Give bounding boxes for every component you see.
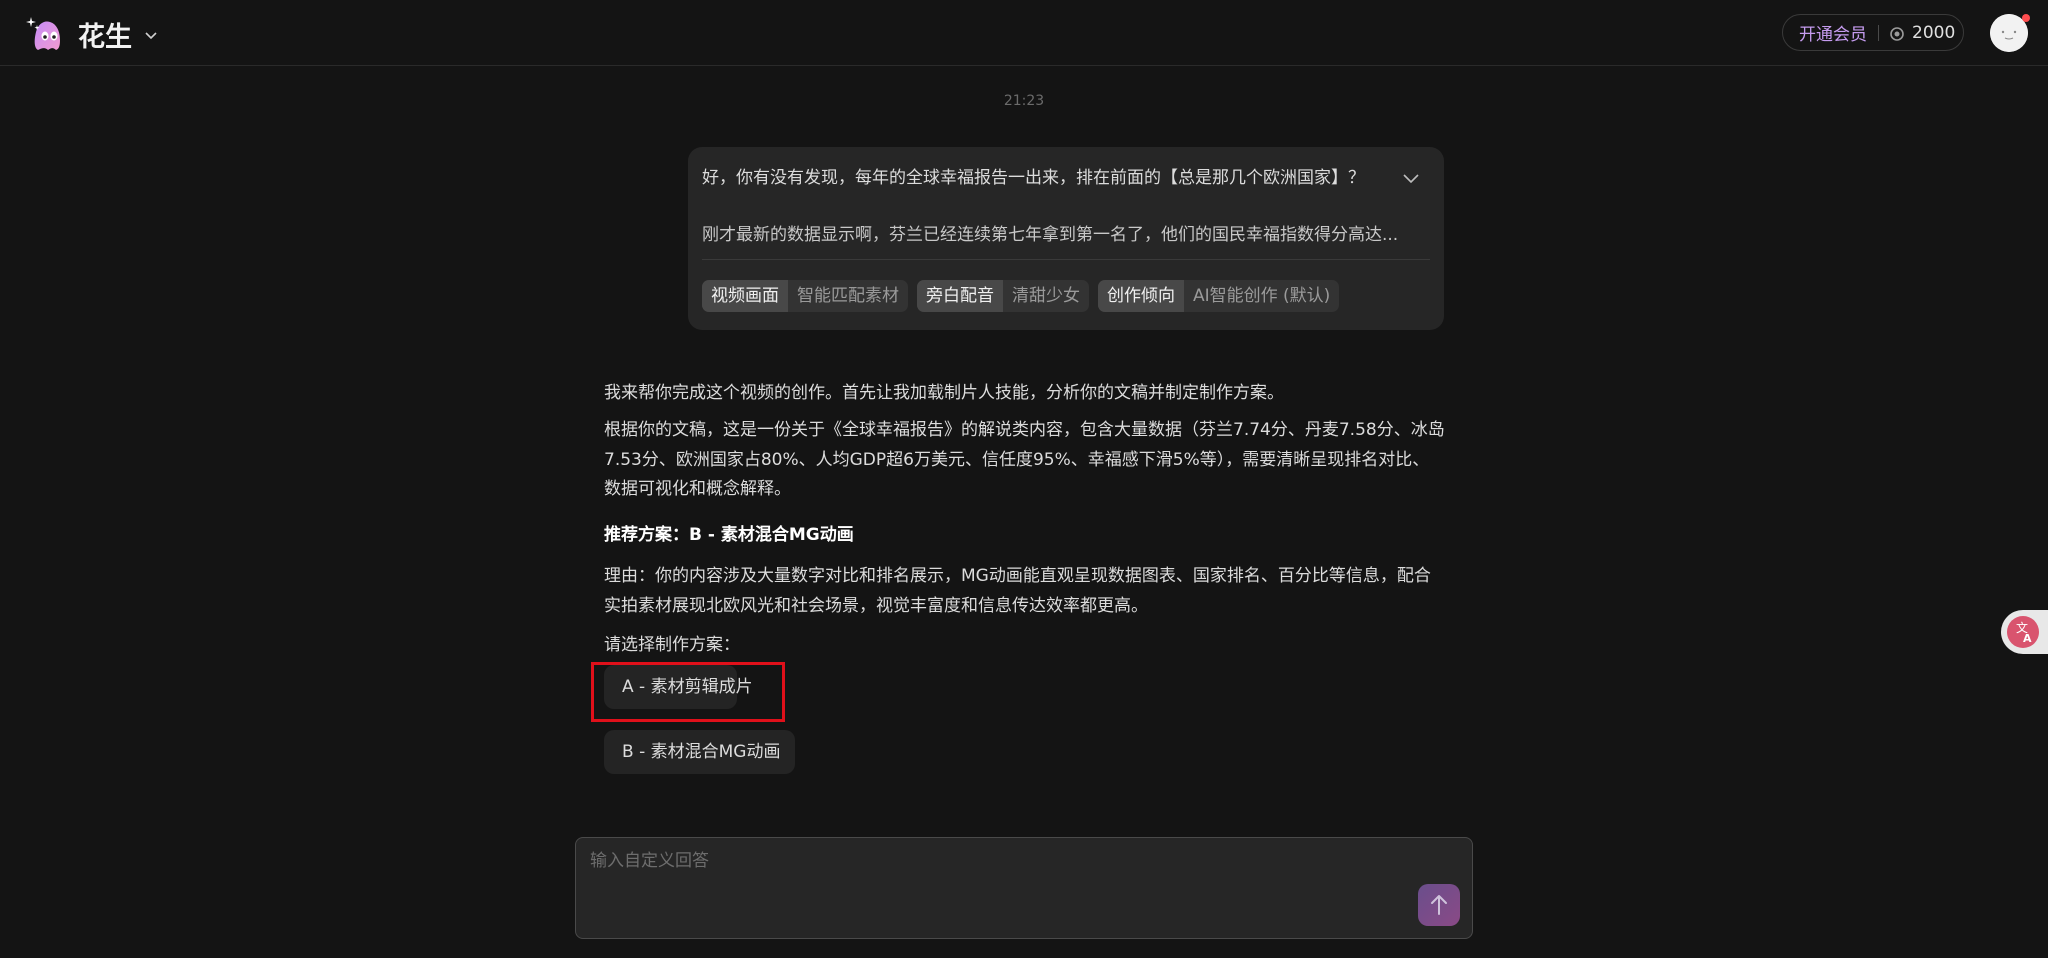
user-message-card: 好，你有没有发现，每年的全球幸福报告一出来，排在前面的【总是那几个欧洲国家】？ … [688, 147, 1444, 330]
membership-credits-pill: 开通会员 2000 [1782, 14, 1964, 51]
assistant-paragraph: 我来帮你完成这个视频的创作。首先让我加载制片人技能，分析你的文稿并制定制作方案。 [604, 383, 1284, 403]
custom-answer-input[interactable] [588, 850, 1412, 872]
top-header: 花生 开通会员 2000 [0, 0, 2048, 66]
tag-narration-voice: 旁白配音 清甜少女 [917, 280, 1089, 312]
option-b-button[interactable]: B - 素材混合MG动画 [604, 730, 795, 774]
tag-value: 智能匹配素材 [797, 286, 899, 306]
tag-creation-style: 创作倾向 AI智能创作 (默认) [1098, 280, 1340, 312]
coin-icon [1890, 26, 1904, 41]
tag-key: 旁白配音 [917, 280, 1003, 312]
tag-value: AI智能创作 (默认) [1193, 286, 1331, 306]
tag-value: 清甜少女 [1012, 286, 1080, 306]
assistant-paragraph: 根据你的文稿，这是一份关于《全球幸福报告》的解说类内容，包含大量数据（芬兰7.7… [604, 420, 1445, 499]
settings-tags: 视频画面 智能匹配素材 旁白配音 清甜少女 创作倾向 AI智能创作 (默认) [702, 280, 1340, 312]
assistant-paragraph: 理由：你的内容涉及大量数字对比和排名展示，MG动画能直观呈现数据图表、国家排名、… [604, 566, 1431, 616]
brand-name: 花生 [78, 21, 132, 53]
send-button[interactable] [1418, 884, 1460, 926]
message-timestamp: 21:23 [1003, 93, 1045, 109]
choose-plan-prompt: 请选择制作方案： [604, 635, 740, 655]
open-membership-link[interactable]: 开通会员 [1799, 20, 1867, 45]
tag-key: 创作倾向 [1098, 280, 1184, 312]
arrow-up-icon [1418, 895, 1460, 930]
recommendation-heading: 推荐方案：B - 素材混合MG动画 [604, 525, 854, 545]
user-message-line: 刚才最新的数据显示啊，芬兰已经连续第七年拿到第一名了，他们的国民幸福指数得分高达… [702, 225, 1399, 245]
notification-dot [2022, 14, 2030, 22]
credit-balance: 2000 [1912, 22, 1956, 43]
answer-composer [575, 837, 1473, 939]
chevron-down-icon [144, 25, 158, 44]
highlight-box [591, 662, 785, 722]
collapse-chevron-icon[interactable] [1400, 167, 1422, 189]
tag-key: 视频画面 [702, 280, 788, 312]
ghost-logo-icon [26, 14, 68, 54]
user-message-line: 好，你有没有发现，每年的全球幸福报告一出来，排在前面的【总是那几个欧洲国家】？ [702, 168, 1365, 188]
card-divider [702, 259, 1430, 260]
brand-switcher[interactable]: 花生 [26, 14, 158, 54]
svg-text:A: A [2023, 632, 2032, 645]
translate-icon: 文 A [2001, 616, 2048, 658]
translate-float-button[interactable]: 文 A [2001, 610, 2048, 654]
pill-divider [1878, 24, 1879, 41]
tag-video-visual: 视频画面 智能匹配素材 [702, 280, 908, 312]
